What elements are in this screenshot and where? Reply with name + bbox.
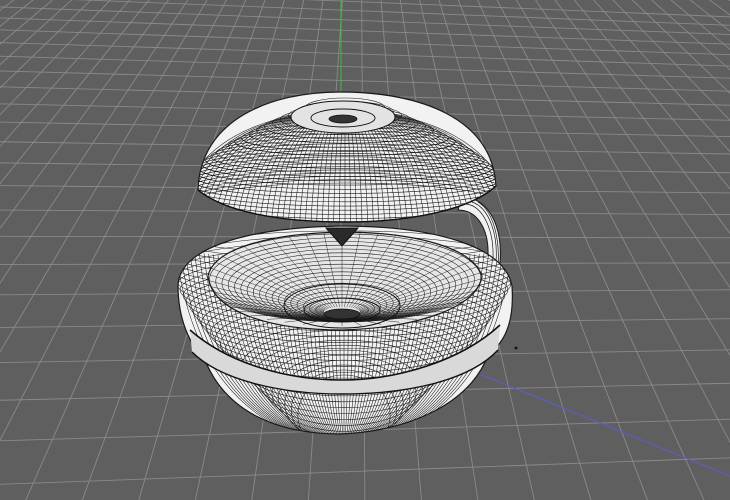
grid-line-width (0, 42, 730, 67)
grid-line-width (0, 17, 730, 45)
grid-line-width (0, 55, 730, 79)
grid-line-width (304, 0, 730, 18)
scene-point-marker (514, 346, 518, 350)
3d-viewport[interactable] (0, 0, 730, 500)
viewport-scene[interactable] (0, 0, 730, 500)
grid-line-width (0, 70, 730, 92)
grid-line-width (0, 29, 730, 56)
